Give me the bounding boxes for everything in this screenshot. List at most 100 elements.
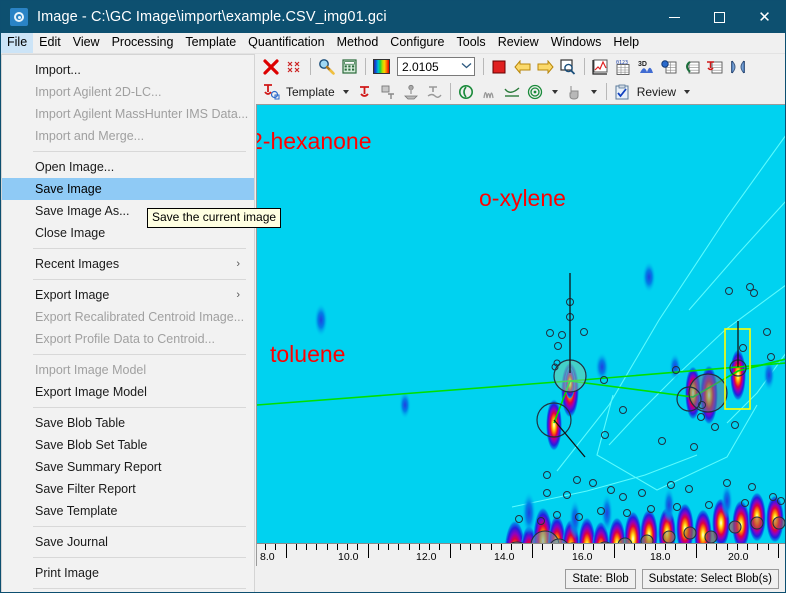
intensity-value-combo[interactable]: 2.0105: [397, 57, 475, 76]
toolbar-area: 2.0105: [256, 54, 786, 104]
menu-configure[interactable]: Configure: [384, 33, 450, 53]
status-substate: Substate: Select Blob(s): [642, 569, 779, 589]
template-export-icon[interactable]: [377, 81, 399, 103]
chevron-down-icon[interactable]: [591, 90, 597, 94]
menu-tools[interactable]: Tools: [451, 33, 492, 53]
axis-ticks: [257, 544, 786, 566]
title-bar: Image - C:\GC Image\import\example.CSV_i…: [1, 1, 786, 33]
toolbar-separator: [584, 58, 585, 75]
menu-quantification[interactable]: Quantification: [242, 33, 330, 53]
menu-item-save-blob-set-table[interactable]: Save Blob Set Table: [2, 434, 254, 456]
svg-text:3D: 3D: [638, 61, 647, 68]
menu-item-export-image-model[interactable]: Export Image Model: [2, 381, 254, 403]
chevron-down-icon[interactable]: [343, 90, 349, 94]
left-arrow-icon[interactable]: [511, 56, 533, 78]
numeric-table-icon[interactable]: 0123: [612, 56, 634, 78]
template-table-icon[interactable]: [704, 56, 726, 78]
hand-tool-icon[interactable]: [563, 81, 585, 103]
template-icon[interactable]: [260, 81, 282, 103]
image-panel[interactable]: 2-hexanone o-xylene toluene 8.0 10.0 12.…: [256, 104, 786, 566]
menu-item-import-image-model[interactable]: Import Image Model: [2, 359, 254, 381]
small-x-grid-icon[interactable]: [283, 56, 305, 78]
chevron-right-icon: ›: [236, 253, 240, 275]
toolbar-row-1: 2.0105: [256, 54, 786, 79]
toolbar-separator: [606, 83, 607, 100]
menu-item-label: Recent Images: [35, 257, 119, 271]
apply-template-icon[interactable]: [354, 81, 376, 103]
menu-item-import-and-merge[interactable]: Import and Merge...: [2, 125, 254, 147]
menu-method[interactable]: Method: [331, 33, 385, 53]
menu-file[interactable]: File: [1, 33, 33, 53]
minimize-button[interactable]: [652, 1, 697, 33]
chromatogram-plot[interactable]: 2-hexanone o-xylene toluene: [257, 105, 786, 545]
magnifier-paint-icon[interactable]: [315, 56, 337, 78]
menu-item-save-summary-report[interactable]: Save Summary Report: [2, 456, 254, 478]
color-spectrum-icon[interactable]: [370, 56, 392, 78]
green-phase-icon[interactable]: [455, 81, 477, 103]
maximize-button[interactable]: [697, 1, 742, 33]
annotation-label-2-hexanone: 2-hexanone: [257, 130, 372, 153]
peaks-icon[interactable]: [478, 81, 500, 103]
chevron-down-icon[interactable]: [684, 90, 690, 94]
menu-separator: [33, 354, 246, 355]
toolbar-row-2: Template: [256, 79, 786, 104]
target-icon[interactable]: [524, 81, 546, 103]
x-tick-label: 14.0: [494, 551, 514, 563]
menu-item-open-image[interactable]: Open Image...: [2, 156, 254, 178]
file-menu-dropdown[interactable]: Import... Import Agilent 2D-LC... Import…: [1, 54, 255, 593]
x-tick-label: 20.0: [728, 551, 748, 563]
menu-item-export-image[interactable]: Export Image ›: [2, 284, 254, 306]
menu-separator: [33, 557, 246, 558]
menu-review[interactable]: Review: [492, 33, 545, 53]
annotation-label-toluene: toluene: [270, 343, 345, 366]
menu-help[interactable]: Help: [607, 33, 645, 53]
x-tick-label: 18.0: [650, 551, 670, 563]
chromatogram-canvas[interactable]: [257, 105, 786, 545]
right-arrow-icon[interactable]: [534, 56, 556, 78]
review-clipboard-icon[interactable]: [611, 81, 633, 103]
menu-separator: [33, 588, 246, 589]
status-state: State: Blob: [565, 569, 635, 589]
review-button-label[interactable]: Review: [634, 85, 679, 99]
chromatogram-icon[interactable]: [589, 56, 611, 78]
menu-item-save-journal[interactable]: Save Journal: [2, 531, 254, 553]
menu-item-export-recalibrated-centroid[interactable]: Export Recalibrated Centroid Image...: [2, 306, 254, 328]
menu-template[interactable]: Template: [179, 33, 242, 53]
calculator-icon[interactable]: [338, 56, 360, 78]
menu-item-import-agilent-2dlc[interactable]: Import Agilent 2D-LC...: [2, 81, 254, 103]
menu-item-recent-images[interactable]: Recent Images ›: [2, 253, 254, 275]
menu-item-export-profile-data[interactable]: Export Profile Data to Centroid...: [2, 328, 254, 350]
menu-item-save-template[interactable]: Save Template: [2, 500, 254, 522]
menu-item-print-image[interactable]: Print Image: [2, 562, 254, 584]
chevron-down-icon[interactable]: [552, 90, 558, 94]
toolbar-separator: [483, 58, 484, 75]
blob-table-icon[interactable]: [658, 56, 680, 78]
minimize-icon: [669, 17, 680, 18]
3d-surface-icon[interactable]: 3D: [635, 56, 657, 78]
x-tick-label: 16.0: [572, 551, 592, 563]
menu-edit[interactable]: Edit: [33, 33, 67, 53]
menu-item-import[interactable]: Import...: [2, 59, 254, 81]
x-tick-label: 8.0: [260, 551, 275, 563]
magnifier-zoom-icon[interactable]: [557, 56, 579, 78]
toolbar-separator: [450, 83, 451, 100]
window-title: Image - C:\GC Image\import\example.CSV_i…: [37, 9, 652, 25]
template-match-icon[interactable]: [423, 81, 445, 103]
menu-item-import-agilent-masshunter[interactable]: Import Agilent MassHunter IMS Data...: [2, 103, 254, 125]
baseline-icon[interactable]: [501, 81, 523, 103]
intensity-value: 2.0105: [398, 60, 458, 74]
red-x-icon[interactable]: [260, 56, 282, 78]
image-compare-icon[interactable]: [727, 56, 749, 78]
menu-windows[interactable]: Windows: [545, 33, 608, 53]
menu-item-save-blob-table[interactable]: Save Blob Table: [2, 412, 254, 434]
menu-item-save-image[interactable]: Save Image: [2, 178, 254, 200]
menu-item-save-filter-report[interactable]: Save Filter Report: [2, 478, 254, 500]
red-square-icon[interactable]: [488, 56, 510, 78]
menu-view[interactable]: View: [67, 33, 106, 53]
close-button[interactable]: ✕: [742, 1, 786, 33]
menu-processing[interactable]: Processing: [106, 33, 180, 53]
chevron-down-icon[interactable]: [458, 58, 474, 75]
blob-set-table-icon[interactable]: [681, 56, 703, 78]
template-button-label[interactable]: Template: [283, 85, 338, 99]
template-anchor-icon[interactable]: [400, 81, 422, 103]
